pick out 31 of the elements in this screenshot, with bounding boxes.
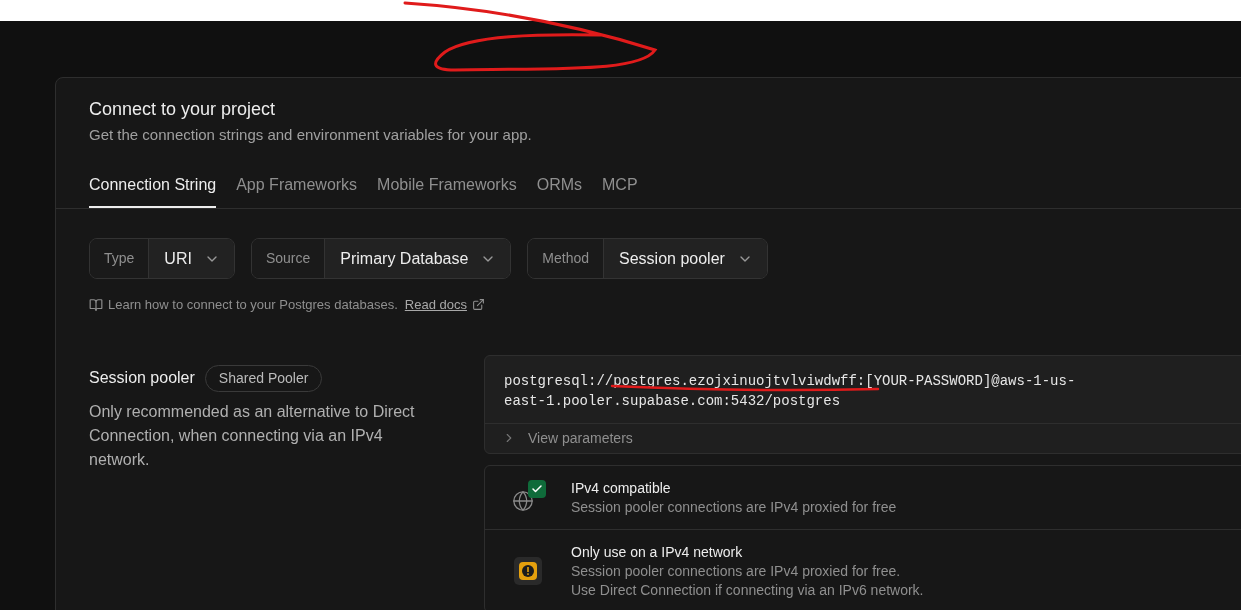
- select-value: URI: [164, 248, 192, 269]
- tab[interactable]: App Frameworks: [236, 173, 358, 208]
- globe-check-icon: [510, 480, 546, 514]
- book-icon: [89, 297, 103, 312]
- view-parameters-toggle[interactable]: View parameters: [485, 422, 1241, 453]
- tab[interactable]: Mobile Frameworks: [377, 173, 517, 208]
- notice-title: Only use on a IPv4 network: [571, 542, 744, 562]
- select-value: Session pooler: [619, 248, 725, 269]
- notice-title: IPv4 compatible: [571, 478, 672, 498]
- select-label: Source: [251, 239, 326, 278]
- section-title: Session pooler: [89, 368, 195, 388]
- notice-text: Use Direct Connection if connecting via an IPv6 network.: [571, 580, 924, 600]
- tab[interactable]: ORMs: [536, 173, 583, 208]
- select-field[interactable]: Type URI: [89, 238, 235, 279]
- select-label: Method: [528, 239, 605, 278]
- tab[interactable]: MCP: [602, 173, 638, 208]
- select-field[interactable]: Method Session pooler: [527, 238, 768, 279]
- notice-text: Session pooler connections are IPv4 proxied for free: [571, 497, 897, 517]
- dialog-title: Connect to your project: [89, 98, 277, 121]
- docs-hint: Learn how to connect to your Postgres databases.: [108, 296, 398, 314]
- select-label: Type: [90, 239, 150, 278]
- dialog-subtitle: Get the connection strings and environment variables for your app.: [89, 125, 533, 145]
- select-value: Primary Database: [340, 248, 469, 269]
- notice-text: Session pooler connections are IPv4 proxied for free.: [571, 561, 902, 581]
- tab[interactable]: Connection String: [89, 173, 217, 208]
- select-field[interactable]: Source Primary Database: [250, 238, 512, 279]
- external-link-icon: [471, 298, 485, 312]
- read-docs-link[interactable]: Read docs: [404, 295, 467, 315]
- connection-string[interactable]: postgresql://postgres.ezojxinuojtvlviwdwff:[YOUR-PASSWORD]@aws-1-us-east-1.pooler.supabase.com:5432/postgres: [504, 370, 1104, 411]
- warning-icon: [514, 556, 542, 585]
- section-description: Only recommended as an alternative to Direct Connection, when connecting via an IPv4 network.: [89, 401, 416, 470]
